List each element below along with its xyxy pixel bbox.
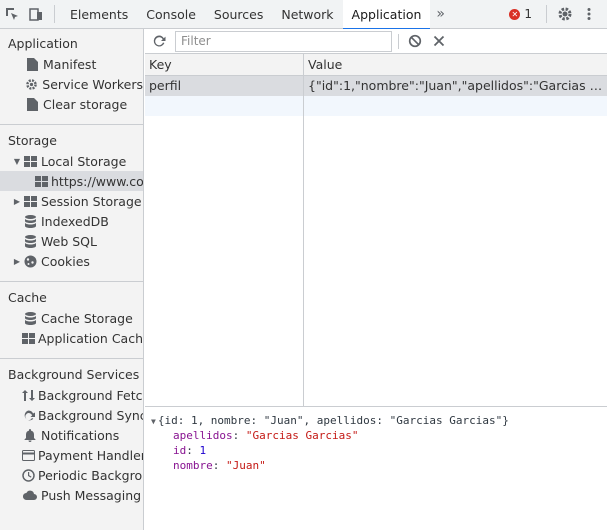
arrows-up-down-icon [22,388,35,402]
sidebar-item-local-storage-origin[interactable]: https://www.cod [0,171,143,191]
bell-icon [22,428,38,442]
sidebar-item-background-fetch[interactable]: Background Fetch [0,385,143,405]
triangle-right-icon[interactable]: ▶ [12,257,22,266]
clock-icon [22,468,35,482]
grid-header: Key Value [145,54,607,76]
application-sidebar: Application Manifest Service Workers Cle… [0,29,144,530]
tab-elements[interactable]: Elements [61,0,137,28]
sync-icon [22,408,35,422]
triangle-down-icon[interactable]: ▼ [12,157,22,166]
storage-data-grid: Key Value perfil {"id":1,"nombre":"Juan"… [145,54,607,407]
card-icon [22,448,35,462]
sidebar-item-notifications[interactable]: Notifications [0,425,143,445]
sidebar-item-local-storage[interactable]: ▼ Local Storage [0,151,143,171]
sidebar-item-background-sync[interactable]: Background Sync [0,405,143,425]
sidebar-item-cache-storage[interactable]: Cache Storage [0,308,143,328]
storage-toolbar [145,29,607,54]
toolbar-divider [398,33,399,49]
devtools-tabbar: Elements Console Sources Network Applica… [0,0,607,30]
sidebar-item-payment-handler[interactable]: Payment Handler [0,445,143,465]
file-icon [24,57,40,71]
sidebar-item-periodic-background-sync[interactable]: Periodic Background Sync [0,465,143,485]
tab-console[interactable]: Console [137,0,205,28]
sidebar-item-application-cache[interactable]: Application Cache [0,328,143,348]
device-toggle-icon[interactable] [24,0,48,28]
tab-network[interactable]: Network [272,0,342,28]
section-title-application: Application [8,36,78,51]
table-row-empty[interactable] [145,96,607,116]
kebab-menu-icon[interactable] [577,0,601,28]
section-title-cache: Cache [8,290,47,305]
sidebar-item-service-workers[interactable]: Service Workers [0,74,143,94]
column-divider[interactable] [303,54,304,407]
database-icon [22,234,38,248]
tab-application[interactable]: Application [342,0,431,30]
storage-view: Key Value perfil {"id":1,"nombre":"Juan"… [145,29,607,530]
triangle-down-icon[interactable]: ▼ [151,417,156,426]
inspect-icon[interactable] [0,0,24,28]
row-key: perfil [149,78,182,93]
gear-icon[interactable] [553,0,577,28]
sidebar-item-session-storage[interactable]: ▶ Session Storage [0,191,143,211]
sidebar-item-websql[interactable]: Web SQL [0,231,143,251]
grid-icon [22,154,38,168]
preview-prop-id: id: 1 [173,444,207,457]
sidebar-item-cookies[interactable]: ▶ Cookies [0,251,143,271]
preview-summary[interactable]: ▼ {id: 1, nombre: "Juan", apellidos: "Gar… [151,413,509,429]
column-header-value[interactable]: Value [308,54,342,76]
toolbar-divider [546,5,547,23]
grid-icon [22,331,35,345]
value-preview: ▼ {id: 1, nombre: "Juan", apellidos: "Gar… [145,408,607,530]
row-value: {"id":1,"nombre":"Juan","apellidos":"Gar… [308,78,603,93]
table-row[interactable]: perfil {"id":1,"nombre":"Juan","apellido… [145,76,607,96]
preview-prop-apellidos: apellidos: "Garcias Garcias" [173,429,359,442]
section-title-storage: Storage [8,133,57,148]
file-icon [24,97,40,111]
error-counter[interactable]: ✕ 1 [501,0,540,28]
cookie-icon [22,254,38,268]
section-title-background-services: Background Services [8,367,140,382]
filter-input[interactable] [175,30,392,52]
error-count: 1 [524,7,532,21]
sidebar-item-push-messaging[interactable]: Push Messaging [0,485,143,505]
cloud-icon [22,488,38,502]
clear-all-icon[interactable] [403,29,427,53]
grid-icon [22,194,38,208]
refresh-icon[interactable] [147,29,171,53]
tab-sources[interactable]: Sources [205,0,272,28]
error-icon: ✕ [509,8,521,20]
sidebar-item-manifest[interactable]: Manifest [0,54,143,74]
sidebar-item-clear-storage[interactable]: Clear storage [0,94,143,114]
preview-prop-nombre: nombre: "Juan" [173,459,266,472]
database-icon [22,214,38,228]
delete-selected-icon[interactable] [427,29,451,53]
database-icon [22,311,38,325]
gear-icon [24,77,39,91]
column-header-key[interactable]: Key [149,54,172,76]
toolbar-divider [54,5,55,23]
triangle-right-icon[interactable]: ▶ [12,197,22,206]
sidebar-item-indexeddb[interactable]: IndexedDB [0,211,143,231]
more-tabs-button[interactable]: » [430,0,451,28]
grid-icon [35,174,48,188]
